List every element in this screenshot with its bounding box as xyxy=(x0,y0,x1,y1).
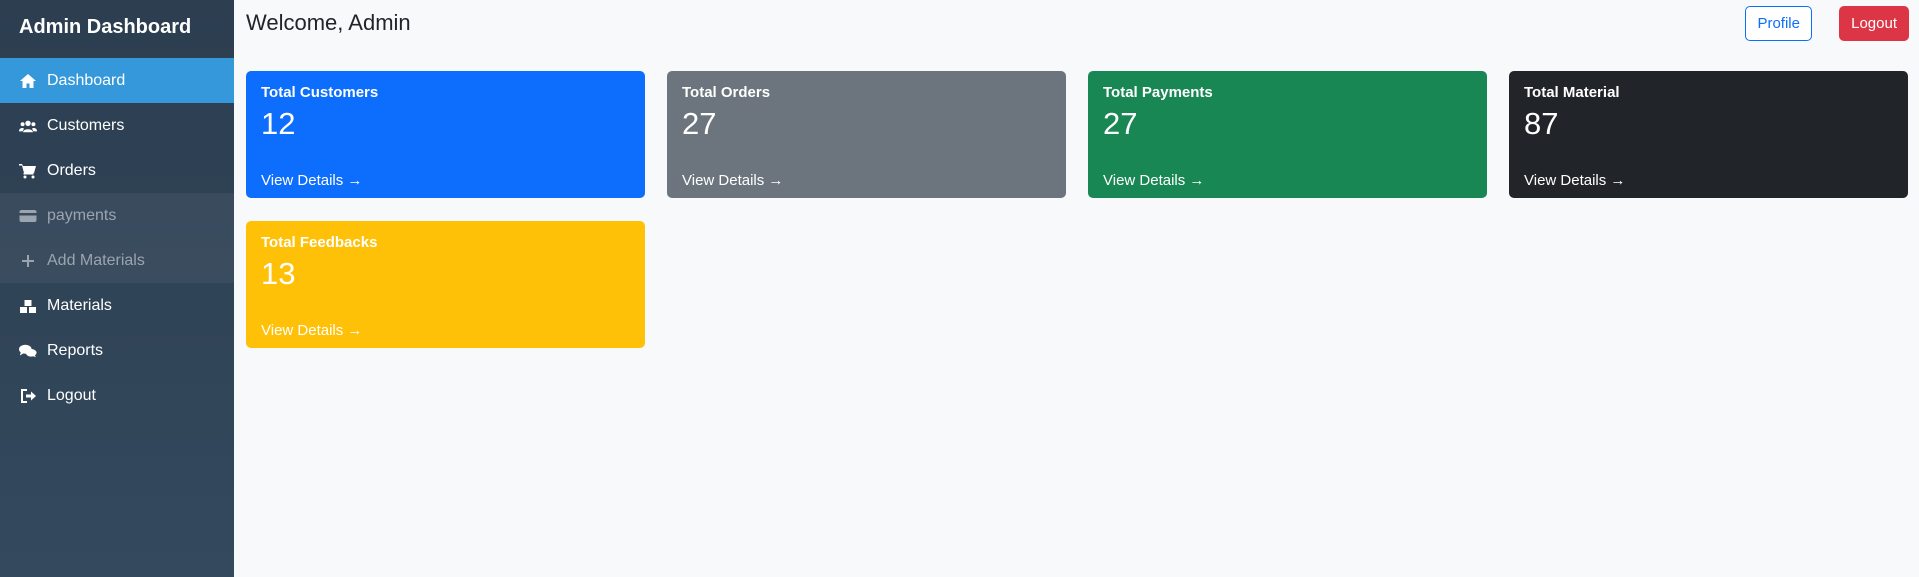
sign-out-icon xyxy=(19,388,47,404)
sidebar-item-label: Customers xyxy=(47,116,125,134)
sidebar-item-label: Materials xyxy=(47,296,112,314)
card-value: 12 xyxy=(261,106,296,141)
sidebar-brand: Admin Dashboard xyxy=(19,16,192,38)
page-title: Welcome, Admin xyxy=(246,10,411,35)
sidebar-item-payments[interactable]: payments xyxy=(0,193,234,238)
profile-button[interactable]: Profile xyxy=(1745,6,1812,41)
sidebar: Admin Dashboard Dashboard Customers Orde… xyxy=(0,0,234,577)
card-title: Total Customers xyxy=(261,84,379,101)
sidebar-item-add-materials[interactable]: Add Materials xyxy=(0,238,234,283)
card-title: Total Material xyxy=(1524,84,1620,101)
sidebar-item-customers[interactable]: Customers xyxy=(0,103,234,148)
card-title: Total Feedbacks xyxy=(261,234,378,251)
credit-card-icon xyxy=(19,208,47,224)
comments-icon xyxy=(19,343,47,359)
view-details-link[interactable]: View Details → xyxy=(261,322,362,339)
card-value: 27 xyxy=(1103,106,1138,141)
plus-icon xyxy=(19,253,47,269)
cart-icon xyxy=(19,163,47,179)
users-icon xyxy=(19,118,47,134)
view-details-link[interactable]: View Details → xyxy=(1524,172,1625,189)
view-details-link[interactable]: View Details → xyxy=(682,172,783,189)
card-title: Total Orders xyxy=(682,84,771,101)
sidebar-item-label: Dashboard xyxy=(47,71,126,89)
home-icon xyxy=(19,73,47,89)
view-details-link[interactable]: View Details → xyxy=(261,172,362,189)
card-total-feedbacks: Total Feedbacks 13 View Details → xyxy=(246,221,645,348)
card-title: Total Payments xyxy=(1103,84,1213,101)
boxes-icon xyxy=(19,298,47,314)
main-content: Welcome, Admin Profile Logout Total Cust… xyxy=(234,0,1919,577)
logout-button[interactable]: Logout xyxy=(1839,6,1909,41)
sidebar-item-dashboard[interactable]: Dashboard xyxy=(0,58,234,103)
card-total-customers: Total Customers 12 View Details → xyxy=(246,71,645,198)
card-total-payments: Total Payments 27 View Details → xyxy=(1088,71,1487,198)
sidebar-item-reports[interactable]: Reports xyxy=(0,328,234,373)
card-value: 27 xyxy=(682,106,717,141)
sidebar-item-label: Orders xyxy=(47,161,96,179)
sidebar-item-orders[interactable]: Orders xyxy=(0,148,234,193)
card-value: 87 xyxy=(1524,106,1559,141)
sidebar-item-label: payments xyxy=(47,206,117,224)
sidebar-item-materials[interactable]: Materials xyxy=(0,283,234,328)
sidebar-item-label: Reports xyxy=(47,341,104,359)
sidebar-item-logout[interactable]: Logout xyxy=(0,373,234,418)
sidebar-nav: Dashboard Customers Orders payments Add … xyxy=(0,58,234,418)
card-total-material: Total Material 87 View Details → xyxy=(1509,71,1908,198)
sidebar-item-label: Add Materials xyxy=(47,251,145,269)
view-details-link[interactable]: View Details → xyxy=(1103,172,1204,189)
card-value: 13 xyxy=(261,256,296,291)
card-total-orders: Total Orders 27 View Details → xyxy=(667,71,1066,198)
sidebar-item-label: Logout xyxy=(47,386,96,404)
